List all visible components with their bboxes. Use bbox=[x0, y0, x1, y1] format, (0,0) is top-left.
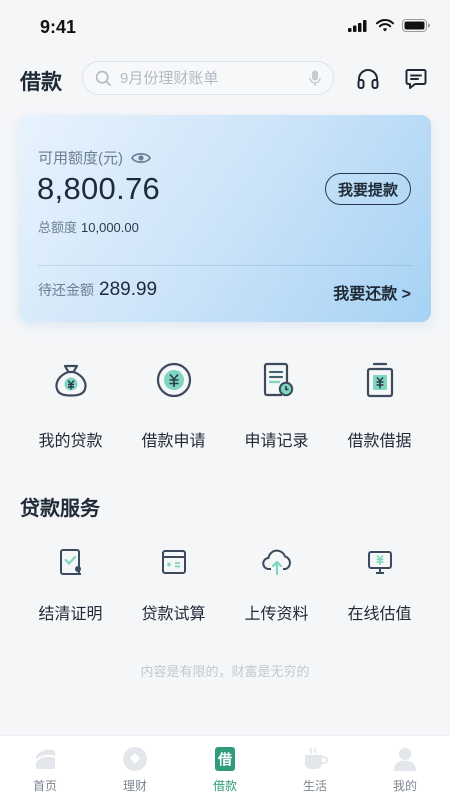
service-online-valuation[interactable]: 在线估值 bbox=[328, 546, 431, 624]
message-button[interactable] bbox=[403, 66, 429, 92]
tab-label: 生活 bbox=[302, 779, 327, 793]
available-credit-label: 可用额度(元) bbox=[38, 150, 123, 167]
tab-label: 首页 bbox=[32, 779, 57, 793]
search-input[interactable] bbox=[120, 69, 309, 87]
quick-action-label: 申请记录 bbox=[244, 433, 309, 450]
customer-service-button[interactable] bbox=[355, 66, 381, 92]
tab-wealth[interactable]: 理财 bbox=[90, 736, 180, 800]
cellular-signal-icon bbox=[348, 19, 367, 32]
headset-icon bbox=[357, 69, 379, 89]
user-icon bbox=[394, 748, 416, 771]
svg-text:借: 借 bbox=[217, 752, 232, 769]
wealth-icon bbox=[123, 747, 147, 771]
service-label: 结清证明 bbox=[38, 606, 103, 623]
tab-label: 借款 bbox=[212, 779, 237, 793]
service-label: 贷款试算 bbox=[141, 606, 206, 623]
withdraw-button[interactable]: 我要提款 bbox=[324, 173, 411, 205]
service-label: 在线估值 bbox=[347, 606, 412, 623]
slogan: 内容是有限的，财富是无穷的 bbox=[140, 664, 310, 679]
service-label: 上传资料 bbox=[244, 606, 309, 623]
tab-bar: 首页 理财 借 借款 生活 我的 bbox=[0, 735, 450, 800]
quick-action-loan-receipt[interactable]: 借款借据 bbox=[328, 360, 431, 451]
monitor-yuan-icon bbox=[367, 551, 392, 574]
message-icon bbox=[405, 69, 427, 89]
page-title: 借款 bbox=[20, 71, 62, 94]
total-credit-line: 总额度 10,000.00 bbox=[38, 217, 139, 236]
available-credit-amount: 8,800.76 bbox=[37, 171, 161, 206]
search-icon bbox=[95, 70, 111, 86]
credit-card: 可用额度(元) 8,800.76 我要提款 总额度 10,000.00 待还金额 … bbox=[19, 115, 431, 322]
status-time: 9:41 bbox=[40, 17, 77, 37]
service-settlement-certificate[interactable]: 结清证明 bbox=[19, 546, 122, 624]
total-credit-label: 总额度 bbox=[38, 220, 78, 235]
card-divider bbox=[38, 265, 412, 266]
due-amount-line: 待还金额 289.99 bbox=[38, 279, 157, 301]
tab-mine[interactable]: 我的 bbox=[360, 736, 450, 800]
certificate-check-icon bbox=[59, 549, 81, 575]
coffee-icon bbox=[305, 747, 328, 769]
money-bag-icon bbox=[54, 364, 87, 397]
total-credit-amount: 10,000.00 bbox=[81, 220, 139, 235]
quick-action-my-loans[interactable]: 我的贷款 bbox=[19, 360, 122, 451]
quick-action-label: 借款申请 bbox=[141, 433, 206, 450]
wifi-icon bbox=[376, 19, 394, 32]
calculator-icon bbox=[161, 550, 186, 574]
loan-services-title: 贷款服务 bbox=[20, 498, 100, 520]
quick-action-loan-apply[interactable]: 借款申请 bbox=[122, 360, 225, 451]
yuan-receipt-icon bbox=[366, 362, 393, 398]
document-clock-icon bbox=[263, 362, 293, 397]
available-credit-label-row: 可用额度(元) bbox=[38, 147, 151, 168]
quick-action-label: 借款借据 bbox=[347, 433, 412, 450]
cloud-upload-icon bbox=[261, 549, 291, 576]
quick-action-apply-records[interactable]: 申请记录 bbox=[225, 360, 328, 451]
yuan-coin-icon bbox=[156, 362, 191, 398]
mic-icon[interactable] bbox=[309, 70, 321, 87]
status-bar: 9:41 bbox=[0, 0, 450, 56]
quick-actions: 我的贷款 借款申请 申请记录 借款借据 bbox=[19, 360, 431, 451]
eye-icon[interactable] bbox=[131, 151, 151, 165]
tab-label: 我的 bbox=[392, 779, 417, 793]
borrow-icon: 借 bbox=[215, 747, 235, 771]
quick-action-label: 我的贷款 bbox=[38, 433, 103, 450]
status-icons bbox=[348, 19, 430, 32]
repay-link[interactable]: 我要还款 > bbox=[333, 280, 411, 304]
loan-services: 结清证明 贷款试算 上传资料 在线估值 bbox=[19, 546, 431, 624]
service-upload-documents[interactable]: 上传资料 bbox=[225, 546, 328, 624]
tab-life[interactable]: 生活 bbox=[270, 736, 360, 800]
due-amount-value: 289.99 bbox=[99, 279, 158, 300]
tab-home[interactable]: 首页 bbox=[0, 736, 90, 800]
home-icon bbox=[35, 749, 56, 769]
due-amount-label: 待还金额 bbox=[38, 282, 94, 298]
battery-icon bbox=[402, 19, 430, 32]
search-box[interactable] bbox=[82, 61, 334, 95]
tab-label: 理财 bbox=[122, 779, 147, 793]
service-loan-calculator[interactable]: 贷款试算 bbox=[122, 546, 225, 624]
header: 借款 bbox=[0, 60, 450, 100]
tab-borrow[interactable]: 借 借款 bbox=[180, 736, 270, 800]
